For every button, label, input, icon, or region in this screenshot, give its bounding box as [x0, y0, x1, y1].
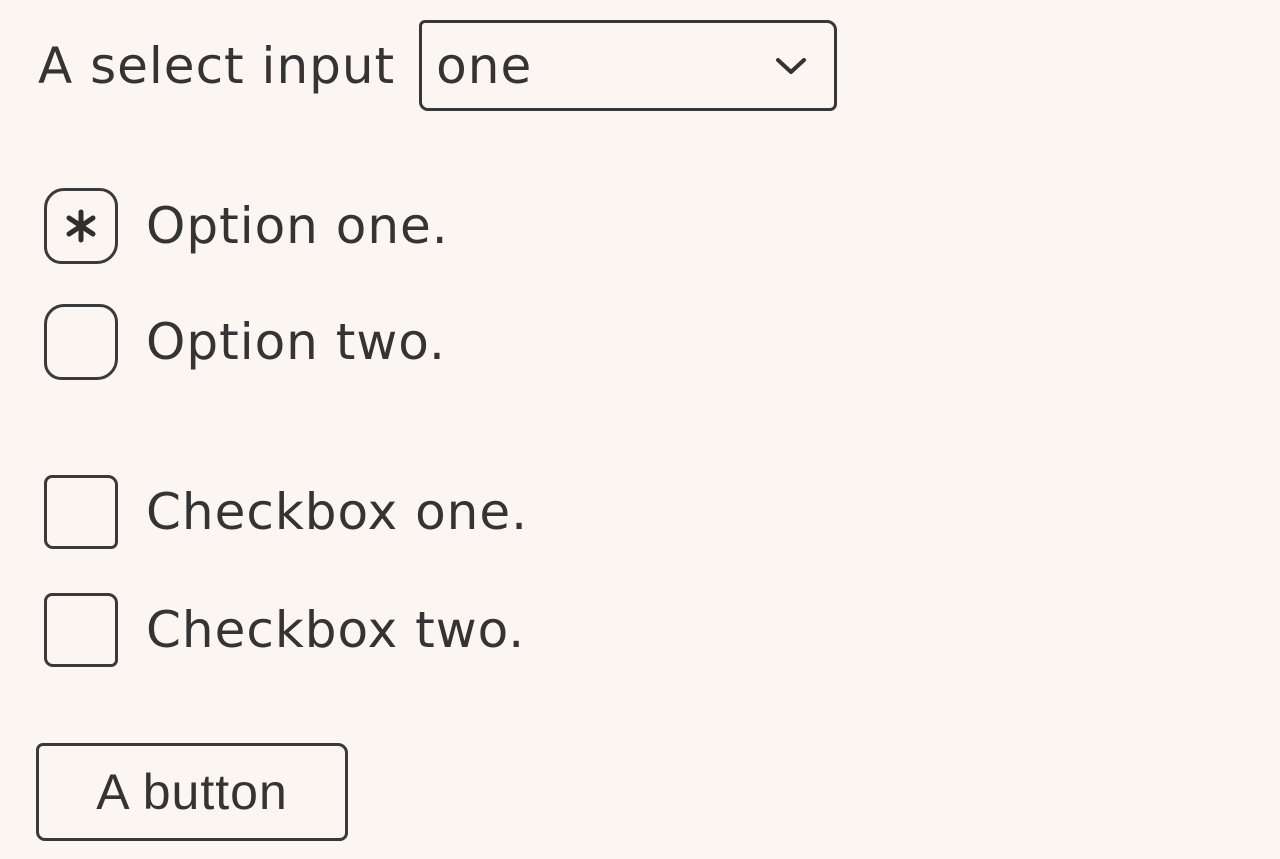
checkbox-option-one[interactable]: Checkbox one. — [44, 475, 528, 549]
primary-button[interactable]: A button — [36, 743, 348, 841]
radio-option-one[interactable]: Option one. — [44, 188, 449, 264]
radio-button-option-one[interactable] — [44, 188, 118, 264]
asterisk-icon — [66, 209, 96, 243]
select-input-value: one — [436, 36, 533, 95]
select-row: A select input one — [38, 18, 838, 113]
radio-option-two[interactable]: Option two. — [44, 304, 446, 380]
checkbox-two[interactable] — [44, 593, 118, 667]
checkbox-option-one-label: Checkbox one. — [146, 483, 529, 541]
radio-option-one-label: Option one. — [146, 197, 449, 255]
checkbox-one[interactable] — [44, 475, 118, 549]
chevron-down-icon — [776, 57, 807, 74]
radio-option-two-label: Option two. — [146, 313, 446, 371]
radio-button-option-two[interactable] — [44, 304, 118, 380]
select-input[interactable]: one — [419, 20, 838, 111]
checkbox-option-two-label: Checkbox two. — [146, 601, 526, 659]
checkbox-option-two[interactable]: Checkbox two. — [44, 593, 525, 667]
select-input-label: A select input — [38, 36, 396, 95]
